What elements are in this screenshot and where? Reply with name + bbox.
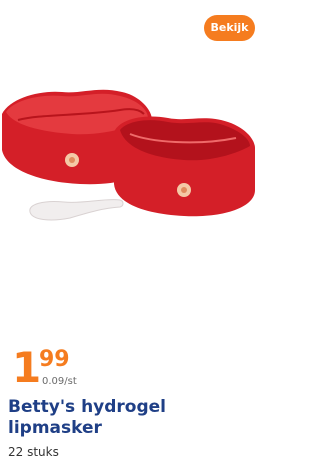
product-card[interactable]: Bekijk 1 99 0.09/st Betty's hydrogel lip… [0, 0, 255, 471]
price-euros: 1 [12, 343, 41, 392]
bekijk-button[interactable]: Bekijk [204, 15, 255, 41]
product-title[interactable]: Betty's hydrogel lipmasker [8, 397, 248, 439]
price-cents: 99 [39, 347, 70, 372]
product-quantity: 22 stuks [8, 445, 59, 459]
product-image [2, 89, 255, 221]
unit-price: 0.09/st [42, 376, 77, 387]
